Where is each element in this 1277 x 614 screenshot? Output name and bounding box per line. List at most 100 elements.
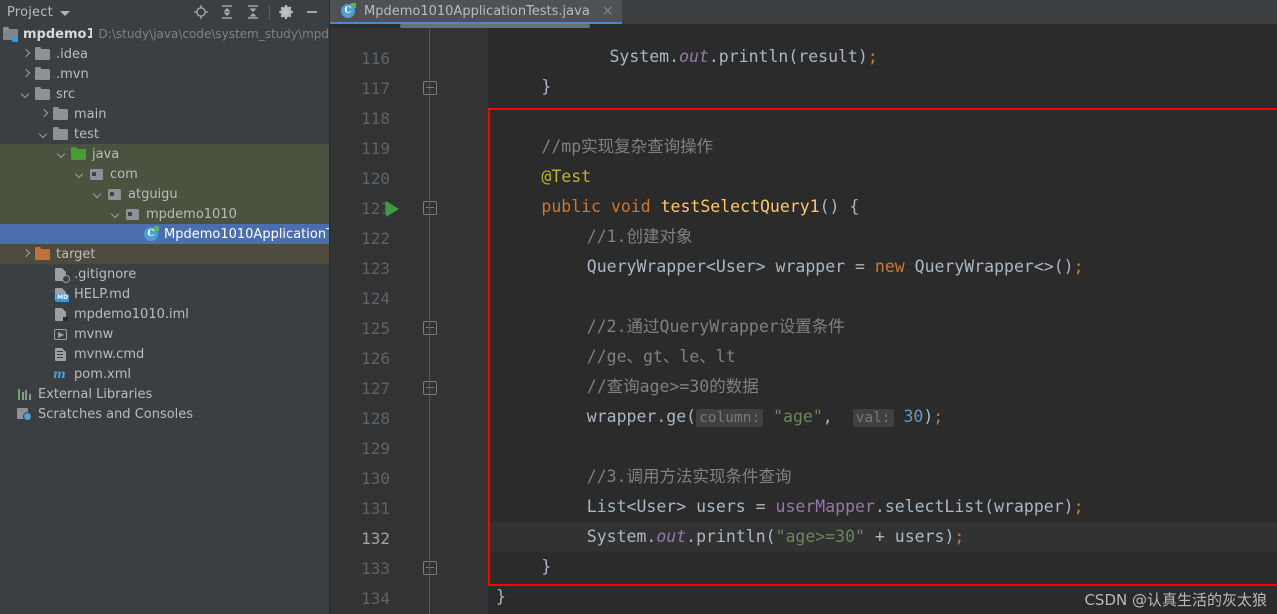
tree-row-test[interactable]: test [0, 124, 329, 144]
fold-marker[interactable] [423, 201, 437, 215]
code-line[interactable]: @Test [541, 162, 591, 192]
line-number: 120 [361, 169, 390, 188]
tree-row-src[interactable]: src [0, 84, 329, 104]
chevron-down-icon[interactable] [111, 209, 122, 220]
tree-row--gitignore[interactable]: .gitignore [0, 264, 329, 284]
locate-icon[interactable] [188, 0, 214, 24]
expand-all-icon[interactable] [214, 0, 240, 24]
toolwindow-actions [188, 0, 329, 24]
fold-marker[interactable] [423, 381, 437, 395]
tree-row-atguigu[interactable]: atguigu [0, 184, 329, 204]
run-test-icon[interactable] [386, 201, 399, 217]
tree-row-mpdemo1010-iml[interactable]: mpdemo1010.iml [0, 304, 329, 324]
tree-row-mvnw-cmd[interactable]: mvnw.cmd [0, 344, 329, 364]
code-token-plain: + users) [864, 527, 955, 546]
chevron-down-icon[interactable] [21, 89, 32, 100]
horizontal-scrollbar[interactable] [330, 24, 1277, 28]
fold-marker[interactable] [423, 321, 437, 335]
tree-row-pom-xml[interactable]: m pom.xml [0, 364, 329, 384]
code-line[interactable]: System.out.println("age>=30" + users); [587, 522, 965, 552]
code-token-cmt: //mp实现复杂查询操作 [541, 137, 714, 156]
code-line[interactable]: } [541, 552, 551, 582]
line-number: 132 [361, 529, 390, 548]
code-token-sfld: out [656, 527, 687, 546]
line-number: 122 [361, 229, 390, 248]
tree-row-help-md[interactable]: MD HELP.md [0, 284, 329, 304]
tree-item-label: java [92, 146, 120, 162]
line-number: 134 [361, 589, 390, 608]
watermark-text: CSDN @认真生活的灰太狼 [1084, 591, 1267, 609]
top-bar: Project C Mpdemo1010ApplicationTests.jav… [0, 0, 1277, 24]
tree-row-mpdemo1010[interactable]: mpdemo1010 [0, 204, 329, 224]
fold-guide-line [429, 330, 430, 390]
tree-row-external-libraries[interactable]: External Libraries [0, 384, 329, 404]
code-token-mth: testSelectQuery1 [660, 197, 820, 216]
tree-row-target[interactable]: target [0, 244, 329, 264]
tree-item-label: mpdemo1010.iml [74, 306, 189, 322]
chevron-down-icon[interactable] [59, 10, 70, 16]
line-number: 117 [361, 79, 390, 98]
tree-row--idea[interactable]: .idea [0, 44, 329, 64]
tree-row-java[interactable]: java [0, 144, 329, 164]
code-line[interactable]: QueryWrapper<User> wrapper = new QueryWr… [587, 252, 1084, 282]
tree-item-label: test [74, 126, 99, 142]
code-line[interactable]: System.out.println(result); [610, 42, 878, 72]
editor-gutter[interactable]: 116 117 118 119 120 121 122 123 124 125 126 127 128 1… [330, 24, 488, 614]
code-line[interactable]: //查询age>=30的数据 [587, 372, 759, 402]
code-line[interactable]: //2.通过QueryWrapper设置条件 [587, 312, 845, 342]
tree-row-scratches-and-consoles[interactable]: Scratches and Consoles [0, 404, 329, 424]
tree-row--mvn[interactable]: .mvn [0, 64, 329, 84]
tree-item-label: atguigu [128, 186, 178, 202]
chevron-right-icon[interactable] [39, 109, 50, 120]
close-icon[interactable]: × [602, 4, 614, 18]
tree-item-label: main [74, 106, 107, 122]
code-token-plain: } [496, 587, 506, 606]
tree-row-main[interactable]: main [0, 104, 329, 124]
code-token-plain: QueryWrapper<User> wrapper = [586, 257, 875, 276]
project-toolwindow-title[interactable]: Project [7, 5, 53, 20]
fold-marker[interactable] [423, 561, 437, 575]
code-line[interactable]: //3.调用方法实现条件查询 [587, 462, 792, 492]
code-line[interactable]: } [496, 582, 506, 612]
ide-window: Project C Mpdemo1010ApplicationTests.jav… [0, 0, 1277, 614]
code-token-cmt: //1.创建对象 [586, 227, 693, 246]
chevron-right-icon[interactable] [21, 49, 32, 60]
code-line[interactable]: //1.创建对象 [587, 222, 693, 252]
code-line[interactable]: //ge、gt、le、lt [587, 342, 736, 372]
hide-toolwindow-icon[interactable] [299, 0, 325, 24]
code-line[interactable]: wrapper.ge(column: "age", val: 30); [587, 402, 943, 432]
collapse-all-icon[interactable] [240, 0, 266, 24]
code-editor[interactable]: 116 117 118 119 120 121 122 123 124 125 126 127 128 1… [330, 24, 1277, 614]
project-tree[interactable]: mpdemo1010 D:\study\java\code\system_stu… [0, 24, 330, 614]
tree-row-com[interactable]: com [0, 164, 329, 184]
tree-item-label: .mvn [56, 66, 89, 82]
chevron-down-icon[interactable] [57, 149, 68, 160]
code-token-kw: public [541, 197, 601, 216]
editor-tab[interactable]: C Mpdemo1010ApplicationTests.java × [330, 0, 622, 24]
tree-row-mpdemo1010applicationtests[interactable]: C Mpdemo1010ApplicationTests [0, 224, 329, 244]
chevron-down-icon[interactable] [75, 169, 86, 180]
tree-item-label: mvnw [74, 326, 114, 342]
tree-item-label: .gitignore [74, 266, 137, 282]
tree-item-label: target [56, 246, 96, 262]
settings-gear-icon[interactable] [273, 0, 299, 24]
tree-row-project-root[interactable]: mpdemo1010 D:\study\java\code\system_stu… [0, 24, 329, 44]
tree-row-mvnw[interactable]: ▶ mvnw [0, 324, 329, 344]
code-line[interactable]: } [541, 72, 551, 102]
chevron-down-icon[interactable] [93, 189, 104, 200]
tree-item-label: mpdemo1010 [146, 206, 237, 222]
code-line[interactable]: List<User> users = userMapper.selectList… [587, 492, 1084, 522]
code-token-plain: wrapper.ge( [586, 407, 697, 426]
chevron-right-icon[interactable] [21, 69, 32, 80]
code-token-plain: () { [819, 197, 860, 216]
code-line[interactable]: public void testSelectQuery1() { [541, 192, 859, 222]
chevron-right-icon[interactable] [21, 249, 32, 260]
code-line[interactable]: //mp实现复杂查询操作 [541, 132, 713, 162]
chevron-down-icon[interactable] [39, 129, 50, 140]
fold-marker[interactable] [423, 81, 437, 95]
